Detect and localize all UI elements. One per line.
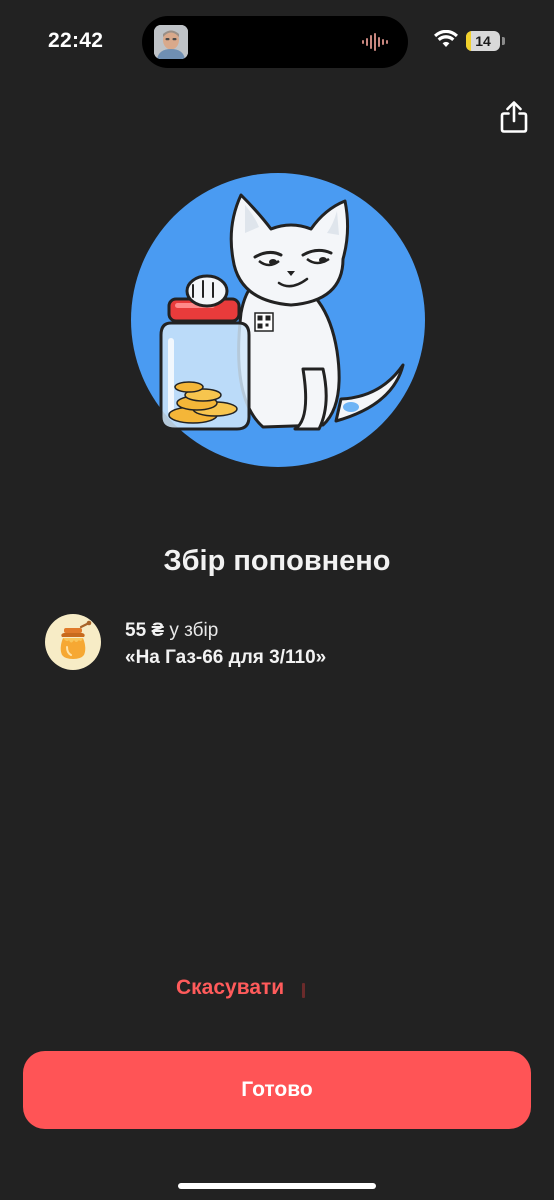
transfer-amount: 55 ₴ [125,620,165,641]
home-indicator[interactable] [178,1183,376,1189]
share-icon [500,101,528,133]
cancel-truncation [302,983,305,998]
jar-name: «На Газ-66 для 3/110» [125,647,327,668]
battery-nub [502,37,505,45]
battery-icon: 14 [466,31,500,51]
battery-percent: 14 [475,33,491,49]
honey-jar-icon [45,614,101,670]
caller-avatar [154,25,188,59]
dynamic-island[interactable] [142,16,408,68]
audio-wave-icon [362,33,392,56]
transaction-detail: 55 ₴ у збір «На Газ-66 для 3/110» [125,617,326,671]
cancel-button[interactable]: Скасувати [176,976,284,1000]
amount-suffix: у збір [164,620,219,641]
page-title: Збір поповнено [163,545,391,577]
share-button[interactable] [498,100,530,134]
status-time: 22:42 [48,29,104,52]
done-button[interactable]: Готово [23,1051,531,1129]
wifi-icon [434,29,458,53]
payment-success-screen: 22:42 14 Збір поповнено 55 ₴ у збір «На … [0,0,554,1200]
cat-jar-illustration [131,173,425,467]
amount-line: 55 ₴ у збір [125,617,326,644]
